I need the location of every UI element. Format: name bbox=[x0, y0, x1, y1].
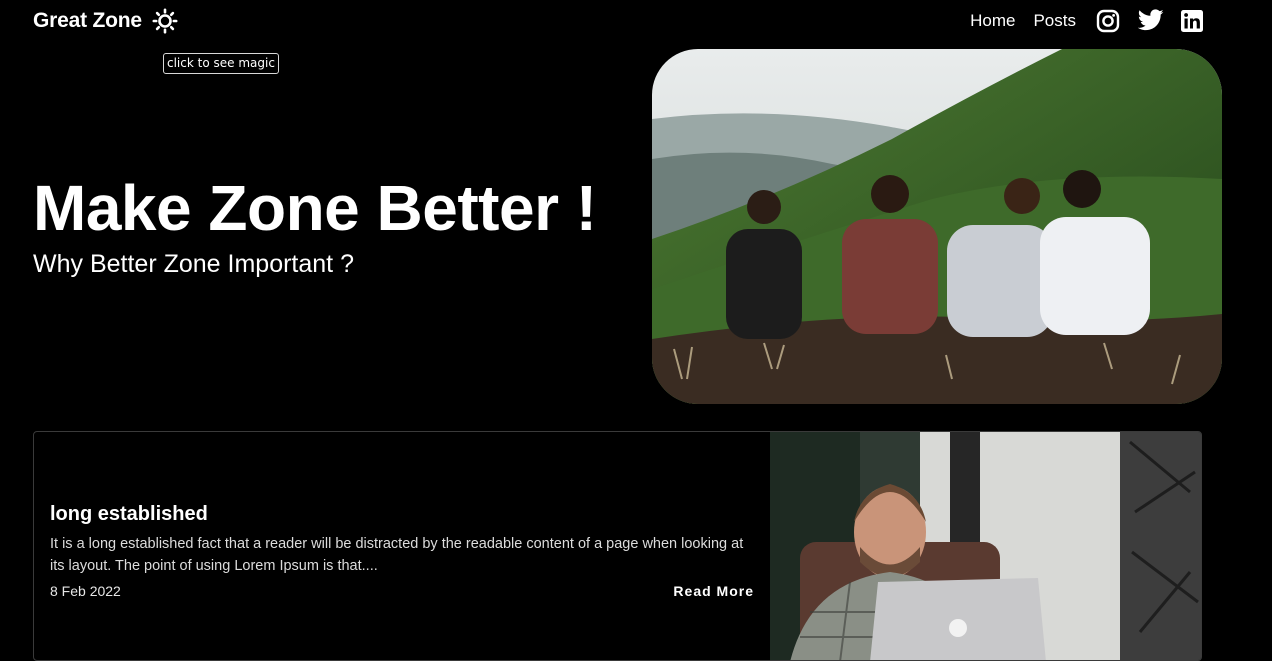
post-title[interactable]: long established bbox=[50, 502, 754, 526]
hero-image bbox=[652, 49, 1222, 404]
post-image bbox=[770, 432, 1201, 660]
post-meta: 8 Feb 2022 Read More bbox=[50, 583, 754, 599]
brand-name[interactable]: Great Zone bbox=[33, 9, 142, 33]
post-excerpt: It is a long established fact that a rea… bbox=[50, 536, 744, 574]
post-date: 8 Feb 2022 bbox=[50, 583, 121, 599]
linkedin-icon[interactable] bbox=[1180, 9, 1204, 33]
nav-posts[interactable]: Posts bbox=[1033, 8, 1076, 34]
twitter-icon[interactable] bbox=[1137, 9, 1164, 33]
read-more-link[interactable]: Read More bbox=[673, 583, 754, 599]
site-header: Great Zone click to see magic Home Posts bbox=[0, 0, 1272, 74]
main-nav: Home Posts bbox=[970, 8, 1204, 34]
hero-title: Make Zone Better ! bbox=[33, 172, 597, 244]
instagram-icon[interactable] bbox=[1096, 9, 1120, 33]
sun-icon[interactable] bbox=[152, 8, 178, 34]
nav-home[interactable]: Home bbox=[970, 8, 1015, 34]
brand[interactable]: Great Zone bbox=[33, 8, 178, 34]
theme-tooltip: click to see magic bbox=[163, 53, 279, 74]
hero-subtitle: Why Better Zone Important ? bbox=[33, 250, 354, 278]
post-card[interactable]: long established It is a long establishe… bbox=[33, 431, 1202, 661]
post-text: long established It is a long establishe… bbox=[50, 502, 754, 577]
